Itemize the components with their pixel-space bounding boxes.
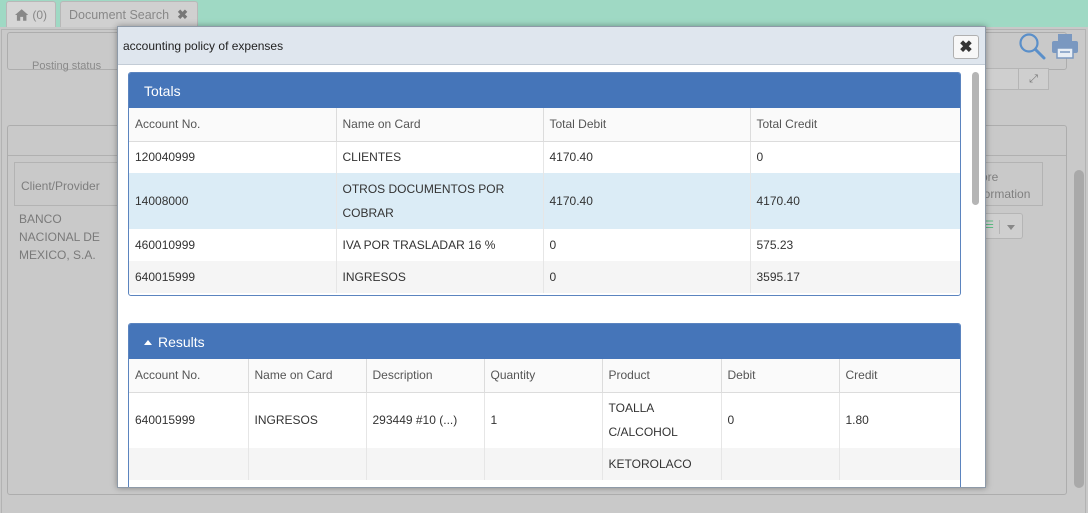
cell-account-no: 460010999	[129, 229, 337, 261]
col-account-no[interactable]: Account No.	[129, 108, 337, 142]
search-icon[interactable]	[1018, 32, 1046, 60]
cell-quantity	[484, 448, 603, 480]
totals-table: Account No. Name on Card Total Debit Tot…	[129, 108, 960, 293]
table-row[interactable]: 640015999 INGRESOS 0 3595.17	[129, 261, 960, 293]
more-information-header-label: More information	[985, 170, 1031, 201]
cell-total-credit: 575.23	[756, 238, 794, 252]
dialog-header: accounting policy of expenses ✖	[118, 27, 985, 65]
chevron-down-icon[interactable]	[999, 220, 1021, 234]
col-name-on-card[interactable]: Name on Card	[336, 108, 544, 142]
cell-total-debit: 4170.40	[543, 173, 751, 229]
dialog-title: accounting policy of expenses	[123, 39, 284, 53]
col-total-credit[interactable]: Total Credit	[750, 108, 960, 142]
tab-bar: (0) Document Search ✖	[0, 0, 1088, 27]
cell-account-no: 640015999	[129, 392, 249, 448]
results-card: Results Account No. Name on Card Descrip…	[128, 323, 961, 487]
collapse-triangle-icon	[144, 340, 152, 345]
totals-card-header[interactable]: Totals	[129, 73, 960, 108]
col-credit[interactable]: Credit	[839, 359, 960, 393]
results-header-row: Account No. Name on Card Description Qua…	[129, 359, 960, 393]
cell-description: 293449 #10 (...)	[366, 392, 485, 448]
cell-account-no: 120040999	[129, 141, 337, 173]
dialog-body: Totals Account No. Name on Card Total De…	[118, 66, 985, 487]
totals-card: Totals Account No. Name on Card Total De…	[128, 72, 961, 296]
totals-title: Totals	[144, 83, 181, 99]
cell-total-debit: 4170.40	[543, 141, 751, 173]
client-provider-header-label: Client/Provider	[21, 179, 100, 193]
cell-name-on-card: INGRESOS	[248, 392, 367, 448]
tab-home[interactable]: (0)	[6, 1, 56, 27]
home-icon	[15, 8, 29, 21]
more-information-column-header: More information	[985, 162, 1043, 206]
posting-status-label: Posting status	[32, 60, 102, 72]
expand-icon: ⤢	[1029, 72, 1038, 85]
col-total-debit[interactable]: Total Debit	[543, 108, 751, 142]
col-name-on-card[interactable]: Name on Card	[248, 359, 367, 393]
table-row[interactable]: KETOROLACO	[129, 448, 960, 480]
cell-debit	[721, 448, 840, 480]
col-account-no[interactable]: Account No.	[129, 359, 249, 393]
cell-name-on-card: OTROS DOCUMENTOS POR COBRAR	[336, 173, 544, 229]
cell-product: TOALLA C/ALCOHOL	[602, 392, 722, 448]
expand-field: ⤢	[985, 68, 1049, 90]
cell-total-credit: 4170.40	[750, 173, 960, 229]
table-row[interactable]: 640015999 INGRESOS 293449 #10 (...) 1 TO…	[129, 392, 960, 448]
accounting-policy-dialog: accounting policy of expenses ✖ Totals A…	[117, 26, 986, 488]
close-tab-icon[interactable]: ✖	[177, 7, 188, 23]
results-title: Results	[158, 334, 205, 350]
expand-button[interactable]: ⤢	[1018, 69, 1048, 89]
cell-account-no	[129, 448, 249, 480]
table-row[interactable]: 120040999 CLIENTES 4170.40 0	[129, 141, 960, 173]
cell-credit	[839, 448, 960, 480]
cell-description	[366, 448, 485, 480]
cell-account-no: 640015999	[129, 261, 337, 293]
table-row[interactable]: 460010999 IVA POR TRASLADAR 16 % 0 575.2…	[129, 229, 960, 261]
cell-name-on-card: INGRESOS	[336, 261, 544, 293]
cell-total-debit: 0	[543, 229, 751, 261]
col-product[interactable]: Product	[602, 359, 722, 393]
cell-name-on-card: IVA POR TRASLADAR 16 %	[336, 229, 544, 261]
cell-product: KETOROLACO	[602, 448, 722, 480]
cell-total-credit: 0	[756, 150, 764, 165]
totals-header-row: Account No. Name on Card Total Debit Tot…	[129, 108, 960, 142]
row-actions-button[interactable]: ☰	[985, 213, 1023, 239]
cell-name-on-card	[248, 448, 367, 480]
col-description[interactable]: Description	[366, 359, 485, 393]
cell-debit: 0	[721, 392, 840, 448]
cell-account-no: 14008000	[129, 173, 337, 229]
tab-document-search[interactable]: Document Search ✖	[60, 1, 198, 27]
client-provider-column-header: Client/Provider	[14, 162, 122, 206]
list-icon: ☰	[985, 220, 994, 231]
cell-credit: 1.80	[845, 413, 869, 428]
cell-quantity: 1	[484, 392, 603, 448]
dialog-close-button[interactable]: ✖	[953, 35, 979, 59]
home-tab-label: (0)	[32, 7, 47, 22]
results-table: Account No. Name on Card Description Qua…	[129, 359, 960, 480]
results-card-header[interactable]: Results	[129, 324, 960, 359]
col-quantity[interactable]: Quantity	[484, 359, 603, 393]
document-search-tab-label: Document Search	[69, 7, 170, 22]
col-debit[interactable]: Debit	[721, 359, 840, 393]
cell-total-debit: 0	[543, 261, 751, 293]
print-icon[interactable]	[1051, 33, 1079, 59]
client-value: BANCO NACIONAL DE MEXICO, S.A.	[19, 212, 100, 262]
cell-total-credit: 3595.17	[750, 261, 960, 293]
table-row[interactable]: 14008000 OTROS DOCUMENTOS POR COBRAR 417…	[129, 173, 960, 229]
cell-name-on-card: CLIENTES	[336, 141, 544, 173]
close-icon: ✖	[959, 39, 973, 56]
dialog-scrollbar[interactable]	[972, 72, 979, 205]
page-scrollbar[interactable]	[1074, 170, 1084, 488]
